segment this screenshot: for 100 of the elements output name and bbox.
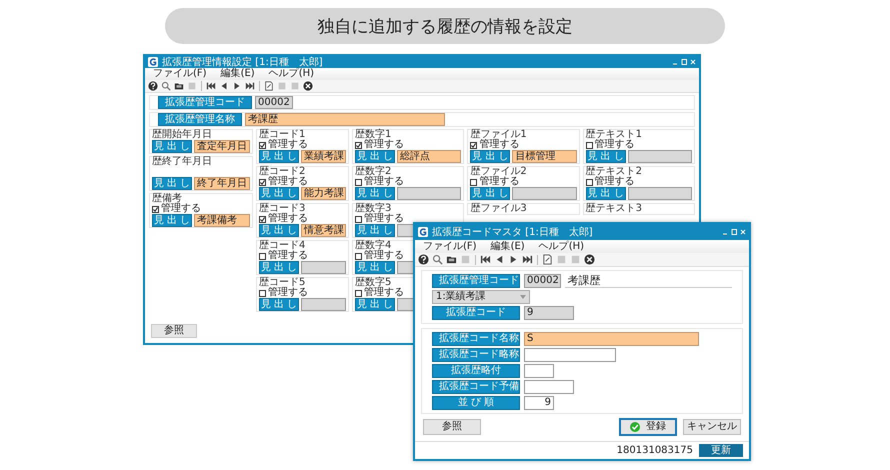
group-title: 歴コード4 bbox=[259, 241, 306, 251]
group-title: 歴テキスト3 bbox=[586, 204, 642, 214]
field-label: 見 出 し bbox=[355, 150, 395, 163]
field-label: 拡張歴コード名称 bbox=[432, 332, 520, 346]
folder-icon[interactable] bbox=[174, 81, 184, 91]
menu-item[interactable]: ヘルプ(H) bbox=[268, 68, 314, 80]
checkbox[interactable]: 管理する bbox=[586, 140, 635, 150]
group-title: 歴コード1 bbox=[259, 130, 306, 140]
document-icon[interactable] bbox=[542, 254, 553, 265]
checkbox[interactable]: 管理する bbox=[259, 288, 308, 298]
check-icon bbox=[153, 206, 158, 212]
checkbox[interactable]: 管理する bbox=[355, 177, 404, 187]
folder-icon[interactable] bbox=[446, 254, 457, 265]
group-title: 歴ファイル1 bbox=[470, 130, 527, 140]
field-label: 見 出 し bbox=[586, 150, 626, 163]
checkbox[interactable]: 管理する bbox=[355, 288, 404, 298]
document-icon[interactable] bbox=[264, 81, 274, 91]
text-field[interactable]: 終了年月日 bbox=[194, 177, 250, 190]
field-label: 拡張歴コード bbox=[432, 306, 520, 320]
checkbox[interactable]: 管理する bbox=[259, 140, 308, 150]
field-label: 見 出 し bbox=[152, 214, 192, 227]
code-field[interactable]: 9 bbox=[524, 306, 574, 320]
menu-item[interactable]: ヘルプ(H) bbox=[538, 240, 584, 253]
caret-icon bbox=[520, 295, 526, 299]
checkbox[interactable]: 管理する bbox=[470, 177, 520, 187]
group-title: 歴数字3 bbox=[355, 204, 392, 214]
text-field[interactable] bbox=[301, 261, 346, 274]
field-label: 見 出 し bbox=[355, 187, 395, 200]
check-icon bbox=[471, 142, 476, 148]
group-title: 歴ファイル3 bbox=[470, 204, 527, 214]
register-button[interactable]: 登録 bbox=[619, 418, 677, 436]
close-icon[interactable] bbox=[584, 254, 595, 265]
text-field[interactable] bbox=[524, 380, 574, 394]
record-number: 180131083175 bbox=[616, 445, 693, 456]
menu-item[interactable]: ファイル(F) bbox=[423, 240, 477, 253]
code-name: 考課歴 bbox=[564, 274, 732, 288]
checkbox[interactable]: 管理する bbox=[586, 177, 635, 187]
skip-start-icon[interactable] bbox=[206, 81, 216, 91]
field-label: 見 出 し bbox=[355, 298, 395, 311]
name-field[interactable]: 考課歴 bbox=[245, 113, 445, 126]
field-label: 拡張歴略付 bbox=[432, 364, 520, 378]
search-icon[interactable] bbox=[161, 81, 171, 91]
text-field[interactable]: 9 bbox=[524, 396, 554, 410]
checkbox[interactable]: 管理する bbox=[259, 177, 308, 187]
cancel-button[interactable]: キャンセル bbox=[683, 419, 741, 435]
check-icon bbox=[260, 216, 265, 222]
text-field[interactable] bbox=[628, 187, 692, 200]
code-field[interactable]: 00002 bbox=[255, 96, 293, 109]
text-field[interactable] bbox=[512, 187, 577, 200]
checkbox[interactable]: 管理する bbox=[470, 140, 520, 150]
text-field[interactable]: 能力考課 bbox=[301, 187, 346, 200]
field-label: 拡張歴管理コード bbox=[432, 274, 520, 288]
field-label: 拡張歴管理コード bbox=[158, 96, 252, 109]
menu-item[interactable]: ファイル(F) bbox=[153, 68, 207, 80]
window-title: 拡張歴管理情報設定 [1:日種 太郎] bbox=[162, 56, 324, 68]
group-title: 歴数字4 bbox=[355, 241, 392, 251]
reference-button[interactable]: 参照 bbox=[151, 324, 197, 338]
text-field[interactable] bbox=[397, 187, 462, 200]
checkbox[interactable]: 管理する bbox=[355, 214, 404, 224]
skip-end-icon[interactable] bbox=[245, 81, 255, 91]
checkbox[interactable]: 管理する bbox=[259, 214, 308, 224]
window-controls-icon[interactable] bbox=[722, 228, 746, 236]
menu-item[interactable]: 編集(E) bbox=[220, 68, 255, 80]
category-dropdown[interactable]: 1:業績考課 bbox=[432, 290, 530, 304]
code-field[interactable]: 00002 bbox=[524, 274, 561, 288]
group-title: 歴開始年月日 bbox=[152, 130, 212, 140]
skip-end-icon[interactable] bbox=[522, 254, 533, 265]
text-field[interactable] bbox=[524, 348, 616, 362]
field-label: 見 出 し bbox=[259, 224, 299, 237]
checkbox[interactable]: 管理する bbox=[355, 140, 404, 150]
help-icon[interactable] bbox=[418, 254, 429, 265]
text-field[interactable] bbox=[524, 364, 554, 378]
checkbox[interactable]: 管理する bbox=[355, 251, 404, 261]
field-label: 拡張歴管理名称 bbox=[158, 113, 242, 126]
group-title: 歴備考 bbox=[152, 194, 182, 204]
field-label: 並 び 順 bbox=[432, 396, 520, 410]
reference-button[interactable]: 参照 bbox=[423, 419, 481, 435]
skip-start-icon[interactable] bbox=[480, 254, 491, 265]
text-field[interactable]: 総評点 bbox=[397, 150, 462, 163]
update-button[interactable]: 更新 bbox=[699, 444, 743, 457]
text-field[interactable]: 考課備考 bbox=[194, 214, 250, 227]
text-field[interactable]: 目標管理 bbox=[512, 150, 577, 163]
text-field[interactable]: 情意考課 bbox=[301, 224, 346, 237]
field-label: 見 出 し bbox=[259, 150, 299, 163]
checkbox[interactable]: 管理する bbox=[259, 251, 308, 261]
group-title: 歴コード2 bbox=[259, 167, 306, 177]
text-field[interactable] bbox=[628, 150, 692, 163]
field-label: 見 出 し bbox=[259, 187, 299, 200]
menu-item[interactable]: 編集(E) bbox=[490, 240, 525, 253]
checkbox[interactable]: 管理する bbox=[152, 204, 201, 214]
text-field[interactable] bbox=[301, 298, 346, 311]
field-label: 見 出 し bbox=[259, 298, 299, 311]
search-icon[interactable] bbox=[432, 254, 443, 265]
group-title: 歴数字2 bbox=[355, 167, 392, 177]
help-icon[interactable] bbox=[148, 81, 158, 91]
close-icon[interactable] bbox=[303, 81, 313, 91]
text-field[interactable]: S bbox=[524, 332, 699, 346]
window-controls-icon[interactable] bbox=[672, 58, 696, 66]
text-field[interactable]: 業績考課 bbox=[301, 150, 346, 163]
field-label: 見 出 し bbox=[470, 187, 510, 200]
